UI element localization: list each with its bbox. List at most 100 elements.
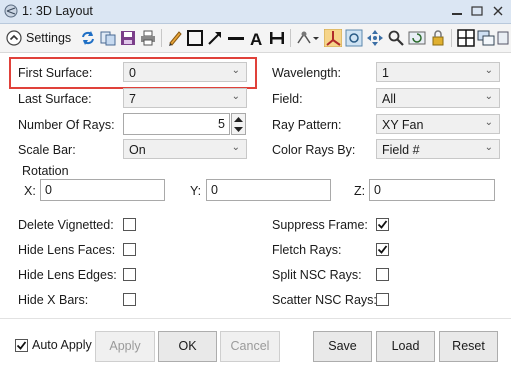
scale-bar-select[interactable]: On ⌄: [123, 139, 247, 159]
field-select[interactable]: All ⌄: [376, 88, 500, 108]
toolbar-separator: [451, 29, 452, 47]
color-rays-by-select[interactable]: Field # ⌄: [376, 139, 500, 159]
text-icon[interactable]: A: [248, 29, 266, 47]
wavelength-label: Wavelength:: [272, 66, 342, 80]
refresh-icon[interactable]: [79, 29, 97, 47]
number-of-rays-input[interactable]: 5: [123, 113, 230, 135]
hide-x-bars-checkbox[interactable]: [123, 293, 136, 306]
chevron-down-icon: ⌄: [484, 142, 493, 153]
checkmark-icon: [377, 245, 388, 254]
copy-icon[interactable]: [99, 29, 117, 47]
rotation-x-label: X:: [24, 184, 36, 198]
field-value: All: [382, 92, 396, 106]
zoom-icon[interactable]: [387, 29, 405, 47]
rotation-y-label: Y:: [190, 184, 202, 198]
title-bar: 1: 3D Layout: [0, 0, 511, 24]
auto-apply-label: Auto Apply: [32, 338, 92, 352]
scale-bar-label: Scale Bar:: [18, 143, 76, 157]
layout-window-icon: [4, 4, 18, 18]
rotation-z-input[interactable]: 0: [369, 179, 495, 201]
chevron-down-icon: ⌄: [484, 65, 493, 76]
print-icon[interactable]: [139, 29, 157, 47]
apply-button[interactable]: Apply: [95, 331, 155, 362]
grid-layout-icon[interactable]: [457, 29, 475, 47]
svg-text:A: A: [250, 30, 262, 47]
ok-button[interactable]: OK: [158, 331, 217, 362]
toolbar: Settings A: [0, 24, 511, 53]
fletch-rays-label: Fletch Rays:: [272, 243, 342, 257]
rotate-view-icon[interactable]: [345, 29, 363, 47]
spin-up-icon[interactable]: [233, 115, 244, 124]
rotation-z-label: Z:: [354, 184, 366, 198]
ray-pattern-label: Ray Pattern:: [272, 118, 342, 132]
reset-button[interactable]: Reset: [439, 331, 498, 362]
hide-lens-faces-label: Hide Lens Faces:: [18, 243, 116, 257]
scatter-nsc-rays-checkbox[interactable]: [376, 293, 389, 306]
footer-divider: [0, 318, 511, 319]
reset-view-icon[interactable]: [408, 29, 426, 47]
checkmark-icon: [377, 220, 388, 229]
lock-icon[interactable]: [429, 29, 447, 47]
field-label: Field:: [272, 92, 303, 106]
rotation-x-value: 0: [45, 183, 52, 197]
last-surface-value: 7: [129, 92, 136, 106]
first-surface-label: First Surface:: [18, 66, 93, 80]
split-nsc-rays-checkbox[interactable]: [376, 268, 389, 281]
first-surface-value: 0: [129, 66, 136, 80]
save-button[interactable]: Save: [313, 331, 372, 362]
toolbar-separator: [290, 29, 291, 47]
split-nsc-rays-label: Split NSC Rays:: [272, 268, 362, 282]
rotation-z-value: 0: [374, 183, 381, 197]
last-surface-select[interactable]: 7 ⌄: [123, 88, 247, 108]
first-surface-select[interactable]: 0 ⌄: [123, 62, 247, 82]
line-icon[interactable]: [227, 29, 245, 47]
rectangle-icon[interactable]: [186, 29, 204, 47]
hide-lens-edges-label: Hide Lens Edges:: [18, 268, 117, 282]
minimize-icon[interactable]: [450, 5, 464, 17]
dimension-icon[interactable]: [268, 29, 286, 47]
windows-icon[interactable]: [477, 29, 495, 47]
restore-icon[interactable]: [470, 5, 484, 17]
arrow-line-icon[interactable]: [206, 29, 224, 47]
suppress-frame-label: Suppress Frame:: [272, 218, 368, 232]
last-surface-label: Last Surface:: [18, 92, 92, 106]
hide-lens-faces-checkbox[interactable]: [123, 243, 136, 256]
dropdown-arrow-icon[interactable]: [312, 29, 320, 47]
auto-apply-checkbox[interactable]: [15, 339, 28, 352]
number-of-rays-label: Number Of Rays:: [18, 118, 115, 132]
chevron-down-icon: ⌄: [231, 142, 240, 153]
save-image-icon[interactable]: [119, 29, 137, 47]
scale-bar-value: On: [129, 143, 146, 157]
cancel-button[interactable]: Cancel: [220, 331, 280, 362]
wavelength-select[interactable]: 1 ⌄: [376, 62, 500, 82]
fletch-rays-checkbox[interactable]: [376, 243, 389, 256]
close-icon[interactable]: [491, 5, 505, 17]
settings-chevron-icon[interactable]: [5, 29, 23, 47]
wavelength-value: 1: [382, 66, 389, 80]
rotation-y-input[interactable]: 0: [206, 179, 331, 201]
hide-lens-edges-checkbox[interactable]: [123, 268, 136, 281]
hide-x-bars-label: Hide X Bars:: [18, 293, 89, 307]
rotation-label: Rotation: [22, 164, 69, 178]
suppress-frame-checkbox[interactable]: [376, 218, 389, 231]
chevron-down-icon: ⌄: [231, 91, 240, 102]
chevron-down-icon: ⌄: [231, 65, 240, 76]
settings-toggle[interactable]: Settings: [26, 31, 71, 45]
ray-pattern-select[interactable]: XY Fan ⌄: [376, 114, 500, 134]
spin-down-icon[interactable]: [233, 125, 244, 134]
chevron-down-icon: ⌄: [484, 91, 493, 102]
load-button[interactable]: Load: [376, 331, 435, 362]
delete-vignetted-checkbox[interactable]: [123, 218, 136, 231]
more-icon[interactable]: [496, 29, 510, 47]
pan-icon[interactable]: [366, 29, 384, 47]
rays-spinner: [231, 113, 246, 135]
ray-pattern-value: XY Fan: [382, 118, 424, 132]
axis-icon[interactable]: [324, 29, 342, 47]
toolbar-separator: [161, 29, 162, 47]
lens-tool-icon[interactable]: [295, 29, 313, 47]
pencil-icon[interactable]: [166, 29, 184, 47]
rotation-x-input[interactable]: 0: [40, 179, 165, 201]
color-rays-by-value: Field #: [382, 143, 420, 157]
delete-vignetted-label: Delete Vignetted:: [18, 218, 114, 232]
color-rays-by-label: Color Rays By:: [272, 143, 356, 157]
